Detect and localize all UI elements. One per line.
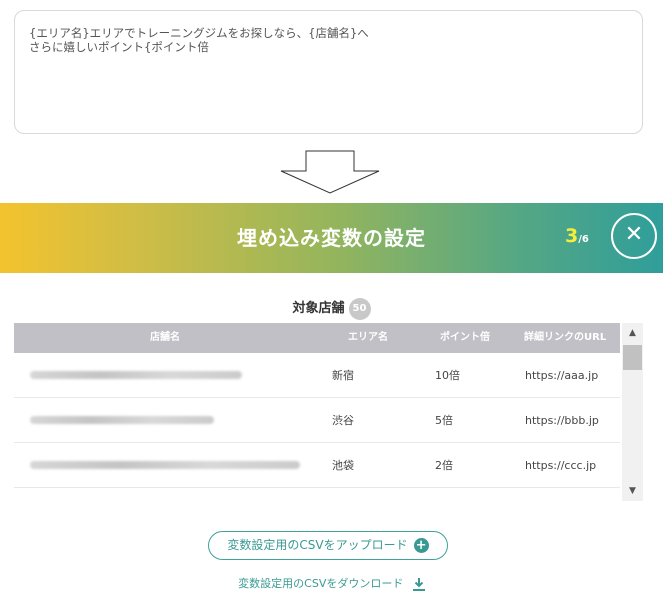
step-banner: 埋め込み変数の設定 3/6 xyxy=(0,203,663,273)
download-csv-link[interactable]: 変数設定用のCSVをダウンロード xyxy=(0,575,663,591)
scroll-thumb[interactable] xyxy=(623,345,642,370)
column-header-store-name: 店舗名 xyxy=(150,332,180,343)
down-arrow-icon xyxy=(280,150,380,194)
cell-points: 2倍 xyxy=(435,459,453,472)
scroll-down-arrow-icon[interactable]: ▼ xyxy=(622,481,643,501)
upload-csv-button[interactable]: 変数設定用のCSVをアップロード + xyxy=(208,531,448,560)
table-header: 店舗名 エリア名 ポイント倍 詳細リンクのURL xyxy=(14,323,620,353)
table-row: 新宿 10倍 https://aaa.jp xyxy=(14,353,620,398)
scroll-up-arrow-icon[interactable]: ▲ xyxy=(622,323,643,343)
step-total: /6 xyxy=(578,234,589,245)
banner-title: 埋め込み変数の設定 xyxy=(237,226,426,250)
cell-area: 新宿 xyxy=(332,369,354,382)
cell-url: https://ccc.jp xyxy=(525,459,597,472)
close-icon: ✕ xyxy=(624,222,644,247)
store-name-redacted xyxy=(30,461,300,469)
upload-csv-label: 変数設定用のCSVをアップロード xyxy=(227,538,408,552)
table-scrollbar[interactable]: ▲ ▼ xyxy=(622,323,643,501)
step-current: 3 xyxy=(565,225,579,247)
table-row: 渋谷 5倍 https://bbb.jp xyxy=(14,398,620,443)
target-stores-heading: 対象店舗 50 xyxy=(0,297,663,320)
cell-url: https://bbb.jp xyxy=(525,414,599,427)
step-indicator: 3/6 xyxy=(565,225,589,247)
cell-url: https://aaa.jp xyxy=(525,369,599,382)
store-count-badge: 50 xyxy=(348,297,371,320)
message-textarea[interactable]: {エリア名}エリアでトレーニングジムをお探しなら、{店舗名}へ さらに嬉しいポイ… xyxy=(14,10,643,134)
cell-area: 池袋 xyxy=(332,459,354,472)
table-row: 池袋 2倍 https://ccc.jp xyxy=(14,443,620,488)
store-name-redacted xyxy=(30,371,242,379)
plus-circle-icon: + xyxy=(413,538,429,553)
cell-area: 渋谷 xyxy=(332,414,354,427)
cell-points: 5倍 xyxy=(435,414,453,427)
download-csv-label: 変数設定用のCSVをダウンロード xyxy=(238,577,404,590)
store-name-redacted xyxy=(30,416,214,424)
download-icon xyxy=(412,577,425,591)
stores-table: 店舗名 エリア名 ポイント倍 詳細リンクのURL 新宿 10倍 https://… xyxy=(14,323,643,501)
column-header-area: エリア名 xyxy=(348,332,388,343)
column-header-points: ポイント倍 xyxy=(440,332,490,343)
message-line-2: さらに嬉しいポイント{ポイント倍 xyxy=(29,40,209,54)
column-header-url: 詳細リンクのURL xyxy=(524,332,607,343)
message-line-1: {エリア名}エリアでトレーニングジムをお探しなら、{店舗名}へ xyxy=(29,26,369,40)
close-button[interactable]: ✕ xyxy=(611,213,657,259)
cell-points: 10倍 xyxy=(435,369,460,382)
target-stores-label: 対象店舗 xyxy=(292,301,345,316)
